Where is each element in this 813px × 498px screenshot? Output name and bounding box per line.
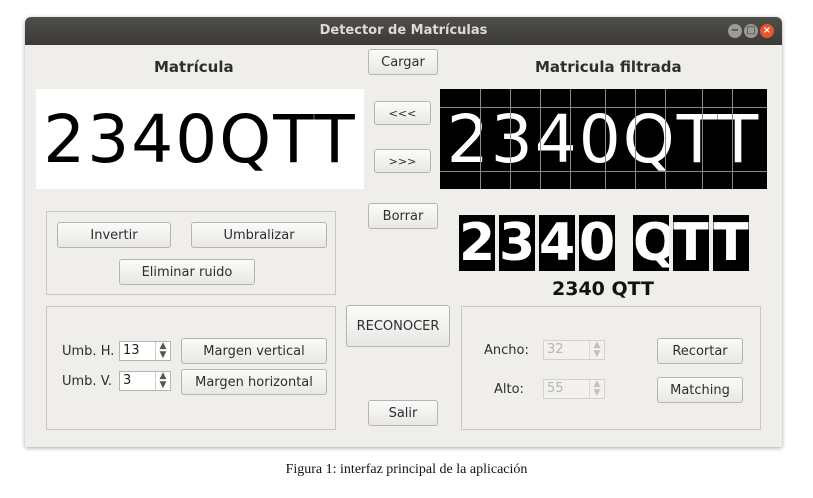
- process-group: Invertir Umbralizar Eliminar ruido: [46, 211, 336, 295]
- spin-arrows-icon[interactable]: ▲ ▼: [589, 341, 604, 359]
- umb-h-spinbox[interactable]: 13 ▲ ▼: [119, 341, 171, 361]
- figure-caption: Figura 1: interfaz principal de la aplic…: [285, 462, 528, 477]
- plate-image-text: 2340QTT: [43, 100, 357, 178]
- close-icon[interactable]: ×: [760, 24, 774, 38]
- segment-char: 0: [579, 215, 615, 271]
- umb-h-label: Umb. H.: [62, 344, 115, 359]
- ancho-value: 32: [547, 342, 564, 357]
- cargar-button[interactable]: Cargar: [368, 49, 438, 75]
- margen-horizontal-button[interactable]: Margen horizontal: [181, 369, 327, 395]
- reconocer-button[interactable]: RECONOCER: [346, 305, 450, 347]
- prev-button[interactable]: <<<: [374, 101, 431, 125]
- margen-vertical-button[interactable]: Margen vertical: [181, 338, 327, 364]
- ancho-label: Ancho:: [484, 343, 529, 358]
- umb-v-spinbox[interactable]: 3 ▲ ▼: [119, 371, 171, 391]
- umbralizar-button[interactable]: Umbralizar: [191, 222, 327, 248]
- filtered-plate-heading: Matricula filtrada: [535, 58, 682, 76]
- main-window: Detector de Matrículas − □ × Matrícula 2…: [25, 17, 782, 447]
- segment-char: Q: [633, 215, 669, 271]
- umb-v-value: 3: [123, 373, 132, 388]
- segment-char: 2: [459, 215, 495, 271]
- ancho-spinbox[interactable]: 32 ▲ ▼: [543, 340, 605, 360]
- eliminar-ruido-button[interactable]: Eliminar ruido: [119, 259, 255, 285]
- minimize-icon[interactable]: −: [728, 24, 742, 38]
- maximize-icon[interactable]: □: [744, 24, 758, 38]
- matching-button[interactable]: Matching: [657, 377, 743, 403]
- segment-char: 4: [539, 215, 575, 271]
- alto-value: 55: [547, 381, 564, 396]
- margins-group: Umb. H. 13 ▲ ▼ Margen vertical Umb. V. 3 …: [46, 306, 336, 430]
- filtered-plate-text: 2340QTT: [446, 100, 761, 178]
- spin-arrows-icon[interactable]: ▲ ▼: [589, 380, 604, 398]
- segment-char: 3: [499, 215, 535, 271]
- title-bar: Detector de Matrículas − □ ×: [25, 17, 782, 45]
- alto-label: Alto:: [494, 382, 524, 397]
- filtered-plate-image: 2340QTT: [440, 89, 767, 189]
- invertir-button[interactable]: Invertir: [57, 222, 171, 248]
- segment-char: T: [673, 215, 709, 271]
- crop-group: Ancho: 32 ▲ ▼ Recortar Alto: 55 ▲ ▼ Matchi…: [461, 306, 761, 430]
- recortar-button[interactable]: Recortar: [657, 338, 743, 364]
- plate-image: 2340QTT: [36, 89, 364, 189]
- spin-arrows-icon[interactable]: ▲ ▼: [155, 372, 170, 390]
- recognized-plate: 2340 QTT: [552, 278, 655, 300]
- alto-spinbox[interactable]: 55 ▲ ▼: [543, 379, 605, 399]
- spin-arrows-icon[interactable]: ▲ ▼: [155, 342, 170, 360]
- umb-h-value: 13: [123, 343, 140, 358]
- plate-heading: Matrícula: [154, 58, 234, 76]
- segment-char: T: [713, 215, 749, 271]
- window-title: Detector de Matrículas: [319, 23, 488, 38]
- borrar-button[interactable]: Borrar: [368, 203, 438, 229]
- salir-button[interactable]: Salir: [368, 400, 438, 426]
- umb-v-label: Umb. V.: [62, 374, 113, 389]
- next-button[interactable]: >>>: [374, 149, 431, 173]
